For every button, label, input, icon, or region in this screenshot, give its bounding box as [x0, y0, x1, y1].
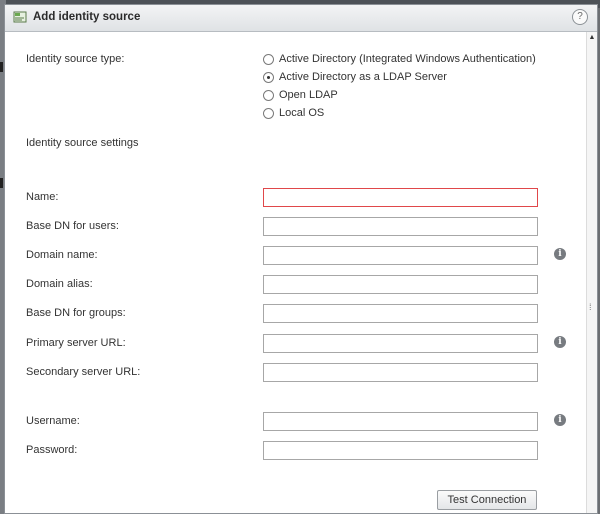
identity-source-icon: [13, 11, 27, 23]
primary-server-url-label: Primary server URL:: [26, 337, 126, 349]
help-button[interactable]: ?: [572, 9, 588, 25]
radio-label: Local OS: [279, 107, 325, 119]
dialog-titlebar: Add identity source ?: [5, 5, 597, 32]
radio-option-ad-iwa[interactable]: Active Directory (Integrated Windows Aut…: [263, 52, 536, 66]
base-dn-groups-input[interactable]: [263, 304, 538, 323]
domain-name-label: Domain name:: [26, 249, 98, 261]
primary-server-url-input[interactable]: [263, 334, 538, 353]
radio-local-os[interactable]: [263, 107, 274, 119]
password-input[interactable]: [263, 441, 538, 460]
dialog-title: Add identity source: [33, 11, 141, 23]
domain-name-input[interactable]: [263, 246, 538, 265]
settings-heading: Identity source settings: [26, 137, 139, 149]
background-mark: [0, 178, 3, 188]
radio-label: Open LDAP: [279, 89, 338, 101]
radio-label: Active Directory (Integrated Windows Aut…: [279, 53, 536, 65]
base-dn-groups-label: Base DN for groups:: [26, 307, 126, 319]
password-label: Password:: [26, 444, 78, 456]
radio-option-local-os[interactable]: Local OS: [263, 106, 324, 120]
base-dn-users-label: Base DN for users:: [26, 220, 119, 232]
base-dn-users-input[interactable]: [263, 217, 538, 236]
scroll-up-arrow-icon[interactable]: ▲: [588, 34, 596, 42]
username-input[interactable]: [263, 412, 538, 431]
info-icon[interactable]: i: [554, 336, 566, 348]
radio-ad-ldap[interactable]: [263, 71, 274, 83]
radio-label: Active Directory as a LDAP Server: [279, 71, 447, 83]
add-identity-source-dialog: Add identity source ? ▲ ⁞ Identity sourc…: [4, 4, 598, 514]
scroll-grip-icon[interactable]: ⁞: [589, 302, 592, 312]
vertical-scrollbar[interactable]: ▲ ⁞: [586, 32, 597, 513]
info-icon[interactable]: i: [554, 414, 566, 426]
name-input[interactable]: [263, 188, 538, 207]
secondary-server-url-label: Secondary server URL:: [26, 366, 141, 378]
radio-option-ad-ldap[interactable]: Active Directory as a LDAP Server: [263, 70, 447, 84]
secondary-server-url-input[interactable]: [263, 363, 538, 382]
test-connection-button[interactable]: Test Connection: [437, 490, 537, 510]
domain-alias-input[interactable]: [263, 275, 538, 294]
radio-open-ldap[interactable]: [263, 89, 274, 101]
background-mark: [0, 62, 3, 72]
domain-alias-label: Domain alias:: [26, 278, 93, 290]
radio-option-open-ldap[interactable]: Open LDAP: [263, 88, 338, 102]
identity-source-type-label: Identity source type:: [26, 53, 125, 65]
name-label: Name:: [26, 191, 59, 203]
username-label: Username:: [26, 415, 80, 427]
info-icon[interactable]: i: [554, 248, 566, 260]
radio-ad-iwa[interactable]: [263, 53, 274, 65]
